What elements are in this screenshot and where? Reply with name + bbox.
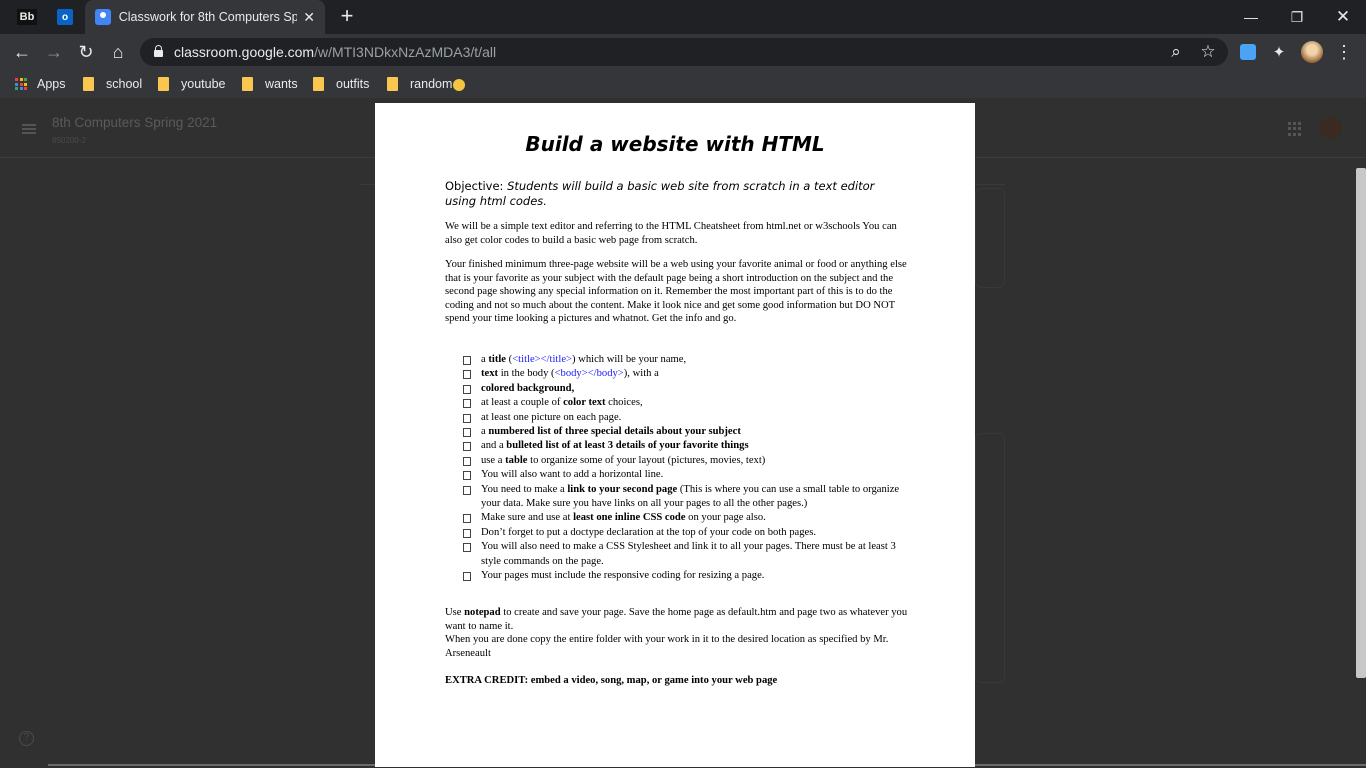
list-item: at least a couple of color text choices, (463, 396, 915, 410)
document-preview: Build a website with HTML Objective: Stu… (375, 103, 975, 767)
url-text[interactable]: classroom.google.com/w/MTI3NDkxNzAzMDA3/… (174, 44, 496, 60)
folder-icon (242, 77, 253, 91)
list-item: Your pages must include the responsive c… (463, 569, 915, 583)
folder-icon (313, 77, 324, 91)
forward-button[interactable]: → (41, 39, 67, 65)
bookmark-random[interactable]: random (387, 75, 466, 93)
pinned-tab-blackboard[interactable]: Bb (10, 5, 44, 29)
tab-strip: Bb o Classwork for 8th Computers Spr ✕ +… (0, 0, 1366, 34)
requirements-checklist: a title (<title></title>) which will be … (463, 353, 915, 584)
folder-icon (83, 77, 94, 91)
account-avatar[interactable] (1320, 117, 1342, 139)
objective-text: Students will build a basic web site fro… (445, 179, 875, 208)
close-window-button[interactable]: ✕ (1320, 0, 1366, 34)
list-item: and a bulleted list of at least 3 detail… (463, 439, 915, 453)
description-paragraph: Your finished minimum three-page website… (445, 259, 907, 324)
google-apps-icon[interactable] (1288, 122, 1302, 136)
classroom-favicon-icon (95, 9, 111, 25)
extra-credit: EXTRA CREDIT: embed a video, song, map, … (445, 675, 778, 686)
list-item: You will also need to make a CSS Stylesh… (463, 540, 915, 569)
bookmark-youtube[interactable]: youtube (158, 75, 225, 93)
extension-notification[interactable] (1236, 40, 1260, 64)
bookmarks-bar: Apps school youtube wants outfits random (0, 70, 1366, 98)
objective: Objective: Students will build a basic w… (445, 179, 905, 208)
background-card (975, 433, 1005, 683)
active-tab[interactable]: Classwork for 8th Computers Spr ✕ (85, 0, 325, 34)
bookmark-label: youtube (181, 77, 226, 91)
list-item: at least one picture on each page. (463, 411, 915, 425)
minimize-button[interactable]: — (1228, 0, 1274, 34)
reload-button[interactable]: ↻ (73, 39, 99, 65)
list-item: a title (<title></title>) which will be … (463, 353, 915, 367)
list-item: use a table to organize some of your lay… (463, 454, 915, 468)
list-item: Make sure and use at least one inline CS… (463, 511, 915, 525)
bookmark-school[interactable]: school (83, 75, 142, 93)
document-title: Build a website with HTML (525, 132, 825, 156)
main-menu-icon[interactable] (22, 124, 36, 134)
list-item: colored background, (463, 382, 915, 396)
help-icon[interactable]: ? (19, 731, 34, 746)
list-item: Don’t forget to put a doctype declaratio… (463, 526, 915, 540)
class-code: 850200-2 (52, 136, 86, 145)
closing-paragraph: Use notepad to create and save your page… (445, 607, 908, 659)
browser-toolbar: ← → ↻ ⌂ classroom.google.com/w/MTI3NDkxN… (0, 34, 1366, 70)
bookmark-label: outfits (336, 77, 370, 91)
list-item: a numbered list of three special details… (463, 425, 915, 439)
bookmark-wants[interactable]: wants (242, 75, 298, 93)
bookmark-label: Apps (37, 77, 66, 91)
folder-icon (387, 77, 398, 91)
address-bar[interactable]: classroom.google.com/w/MTI3NDkxNzAzMDA3/… (140, 38, 1228, 66)
tab-title: Classwork for 8th Computers Spr (118, 10, 298, 24)
page-content: 8th Computers Spring 2021 850200-2 ? Bui… (0, 98, 1366, 768)
home-button[interactable]: ⌂ (105, 39, 131, 65)
list-item: text in the body (<body></body>), with a (463, 367, 915, 381)
smiley-emoji-icon (453, 79, 466, 91)
list-item: You will also want to add a horizontal l… (463, 468, 915, 482)
restore-button[interactable]: ❐ (1274, 0, 1320, 34)
background-card (975, 188, 1005, 288)
list-item: You need to make a link to your second p… (463, 483, 915, 512)
bookmark-apps[interactable]: Apps (15, 75, 66, 93)
folder-icon (158, 77, 169, 91)
bookmark-label: wants (265, 77, 298, 91)
url-path: /w/MTI3NDkxNzAzMDA3/t/all (314, 44, 497, 60)
back-button[interactable]: ← (9, 39, 35, 65)
tab-close-icon[interactable]: ✕ (303, 9, 315, 26)
new-tab-button[interactable]: + (334, 3, 360, 29)
browser-menu-icon[interactable]: ⋮ (1332, 40, 1356, 64)
blackboard-icon: Bb (16, 9, 38, 25)
intro-paragraph: We will be a simple text editor and refe… (445, 221, 897, 246)
bookmark-outfits[interactable]: outfits (313, 75, 369, 93)
class-title[interactable]: 8th Computers Spring 2021 (52, 115, 217, 130)
url-host: classroom.google.com (174, 44, 315, 60)
bookmark-label: random (410, 77, 453, 91)
bookmark-label: school (106, 77, 143, 91)
objective-label: Objective: (445, 179, 504, 193)
bookmark-star-icon[interactable]: ☆ (1198, 42, 1218, 62)
outlook-icon: o (57, 9, 73, 25)
zoom-icon[interactable]: ⌕ (1166, 42, 1186, 62)
pinned-tab-outlook[interactable]: o (50, 5, 80, 29)
extensions-puzzle-icon[interactable]: ✦ (1267, 40, 1291, 64)
page-scrollbar[interactable] (1356, 168, 1366, 678)
bell-extension-icon (1240, 44, 1256, 60)
lock-icon[interactable] (154, 45, 163, 57)
apps-grid-icon (15, 78, 27, 90)
avatar (1301, 41, 1323, 63)
profile-avatar[interactable] (1300, 40, 1324, 64)
